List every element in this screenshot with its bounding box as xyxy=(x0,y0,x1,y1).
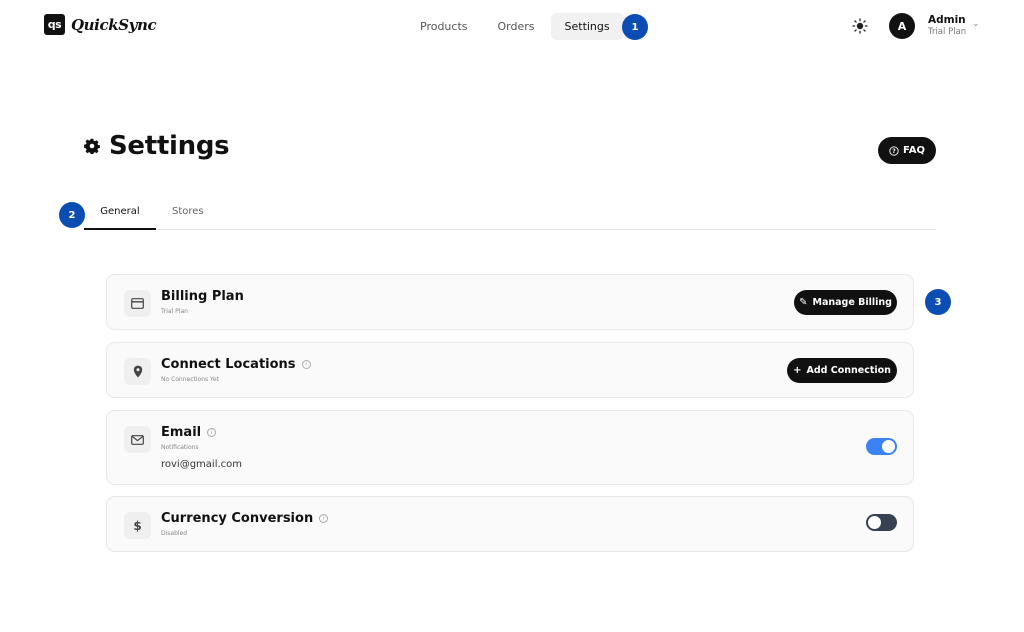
toggle-knob xyxy=(882,440,895,453)
mail-icon xyxy=(124,426,151,453)
nav-item-orders[interactable]: Orders xyxy=(484,13,549,40)
logo-text: QuickSync xyxy=(71,15,157,34)
faq-button[interactable]: ? FAQ xyxy=(878,137,936,164)
pencil-icon: ✎ xyxy=(799,297,808,308)
toggle-knob xyxy=(868,516,881,529)
email-card: Email i Notifications rovi@gmail.com xyxy=(106,410,914,485)
info-icon[interactable]: i xyxy=(319,514,329,523)
nav-item-products[interactable]: Products xyxy=(406,13,482,40)
info-icon[interactable]: i xyxy=(301,360,311,369)
gear-icon xyxy=(84,138,100,154)
email-address: rovi@gmail.com xyxy=(161,459,243,470)
currency-conversion-title: Currency Conversion i xyxy=(161,511,329,526)
currency-conversion-subtitle: Disabled xyxy=(161,530,188,537)
plus-icon: + xyxy=(793,365,802,376)
map-pin-icon xyxy=(124,358,151,385)
faq-label: FAQ xyxy=(903,145,925,156)
manage-billing-button[interactable]: ✎ Manage Billing xyxy=(794,290,897,315)
user-plan: Trial Plan xyxy=(928,26,967,37)
help-circle-icon: ? xyxy=(889,145,899,156)
page-title: Settings xyxy=(109,131,230,161)
settings-tabs: General Stores xyxy=(84,201,936,230)
billing-plan-card: Billing Plan Trial Plan ✎ Manage Billing xyxy=(106,274,914,330)
connect-locations-title: Connect Locations i xyxy=(161,357,311,372)
manage-billing-label: Manage Billing xyxy=(812,297,892,308)
logo-mark: qs xyxy=(44,14,65,35)
currency-conversion-toggle[interactable] xyxy=(866,514,897,531)
sun-icon[interactable] xyxy=(852,18,868,34)
avatar[interactable]: A xyxy=(889,13,915,39)
tab-general[interactable]: General xyxy=(84,201,156,230)
page-header: Settings xyxy=(84,131,230,161)
email-title: Email i xyxy=(161,425,217,440)
email-toggle[interactable] xyxy=(866,438,897,455)
add-connection-button[interactable]: + Add Connection xyxy=(787,358,897,383)
email-subtitle: Notifications xyxy=(161,444,199,451)
add-connection-label: Add Connection xyxy=(806,365,891,376)
dollar-icon: $ xyxy=(124,512,151,539)
connect-locations-subtitle: No Connections Yet xyxy=(161,376,219,383)
tab-stores[interactable]: Stores xyxy=(172,201,204,230)
nav-item-settings[interactable]: Settings xyxy=(550,13,624,40)
billing-plan-title: Billing Plan xyxy=(161,289,244,304)
top-navigation: qs QuickSync Products Orders Settings 1 … xyxy=(0,0,1024,52)
chevron-down-icon[interactable]: ⌄ xyxy=(972,19,980,29)
connect-locations-card: Connect Locations i No Connections Yet +… xyxy=(106,342,914,398)
info-icon[interactable]: i xyxy=(207,428,217,437)
user-name: Admin xyxy=(928,14,966,26)
app-logo[interactable]: qs QuickSync xyxy=(44,14,157,35)
credit-card-icon xyxy=(124,290,151,317)
step-badge-2: 2 xyxy=(59,202,85,228)
svg-text:?: ? xyxy=(892,148,896,155)
step-badge-3: 3 xyxy=(925,289,951,315)
billing-plan-subtitle: Trial Plan xyxy=(161,308,188,315)
main-nav: Products Orders Settings xyxy=(406,13,626,40)
user-menu[interactable]: Admin Trial Plan xyxy=(928,15,966,36)
currency-conversion-card: $ Currency Conversion i Disabled xyxy=(106,496,914,552)
step-badge-1: 1 xyxy=(622,14,648,40)
